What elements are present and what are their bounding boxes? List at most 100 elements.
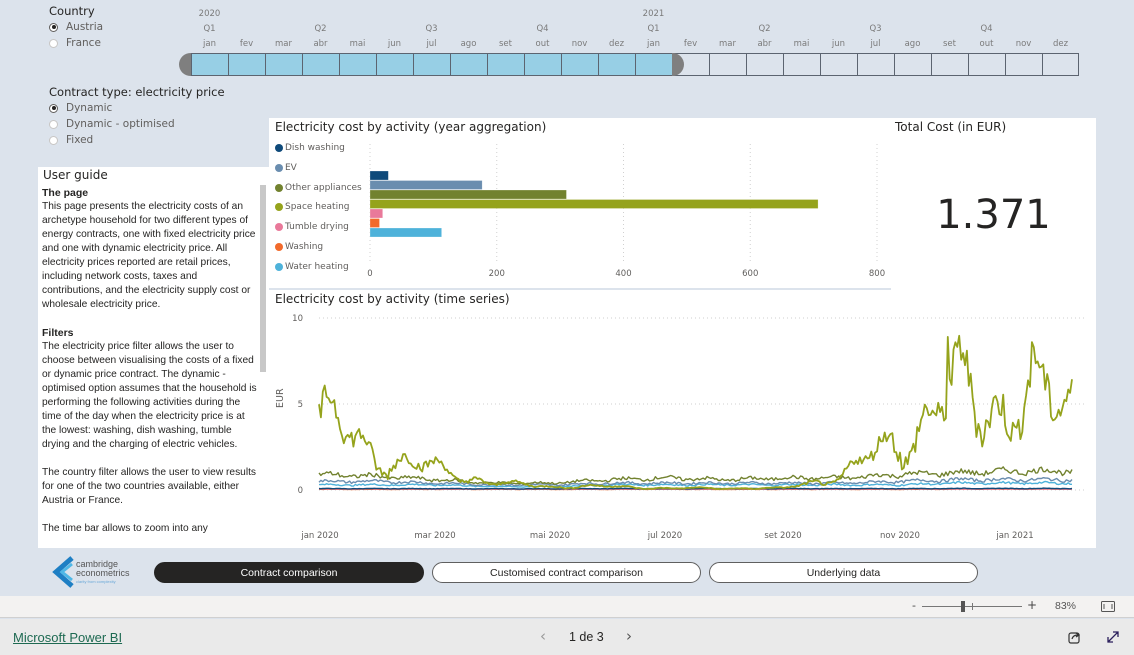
timeline-month-label[interactable]: abr xyxy=(746,39,783,49)
timeline-quarter-label[interactable]: Q1 xyxy=(635,24,672,34)
expand-icon[interactable] xyxy=(1106,630,1120,644)
timeline-month-cell[interactable] xyxy=(339,53,376,76)
guide-paragraph: The country filter allows the user to vi… xyxy=(42,467,257,506)
timeline-month-cell[interactable] xyxy=(1005,53,1042,76)
line-series-space-heating xyxy=(318,334,1073,490)
bar-chart-svg: 0 200 400 600 800 xyxy=(367,144,885,279)
timeline-month-label[interactable]: ago xyxy=(450,39,487,49)
timeline-month-cell[interactable] xyxy=(265,53,302,76)
contract-option-dynamic-optimised[interactable]: Dynamic - optimised xyxy=(49,116,225,132)
contract-option-label: Dynamic - optimised xyxy=(66,118,175,130)
timeline-month-cell[interactable] xyxy=(783,53,820,76)
timeline-month-label[interactable]: dez xyxy=(1042,39,1079,49)
timeline-month-cell[interactable] xyxy=(524,53,561,76)
next-page-button[interactable]: › xyxy=(626,627,632,645)
timeline-month-cell[interactable] xyxy=(635,53,672,76)
line-chart-y-tick-label: 10 xyxy=(292,314,303,324)
nav-customised-contract-comparison-button[interactable]: Customised contract comparison xyxy=(432,562,701,583)
timeline-month-label[interactable]: mai xyxy=(339,39,376,49)
fit-to-page-icon[interactable] xyxy=(1101,601,1115,612)
line-chart-x-tick-label: jan 2021 xyxy=(995,531,1033,541)
timeline-month-label[interactable]: jun xyxy=(376,39,413,49)
contract-option-fixed[interactable]: Fixed xyxy=(49,132,225,148)
zoom-slider-thumb[interactable] xyxy=(961,601,965,612)
timeline-start-handle[interactable] xyxy=(179,53,191,76)
timeline-year-label[interactable]: 2021 xyxy=(635,9,672,19)
timeline-quarter-label[interactable]: Q3 xyxy=(857,24,894,34)
timeline-month-label[interactable]: fev xyxy=(672,39,709,49)
user-guide-title: User guide xyxy=(43,168,108,182)
timeline-month-label[interactable]: jan xyxy=(635,39,672,49)
bar-ev xyxy=(369,180,483,190)
timeline-quarter-label[interactable]: Q2 xyxy=(302,24,339,34)
zoom-slider-center-tick xyxy=(972,603,973,610)
timeline-quarter-label[interactable]: Q1 xyxy=(191,24,228,34)
timeline-month-cell[interactable] xyxy=(968,53,1005,76)
timeline-month-label[interactable]: fev xyxy=(228,39,265,49)
timeline-month-cell[interactable] xyxy=(857,53,894,76)
timeline-quarter-label[interactable]: Q2 xyxy=(746,24,783,34)
timeline-quarter-label[interactable]: Q4 xyxy=(524,24,561,34)
page-indicator: 1 de 3 xyxy=(569,630,604,644)
timeline-month-label[interactable]: dez xyxy=(598,39,635,49)
timeline-month-label[interactable]: nov xyxy=(561,39,598,49)
contract-option-dynamic[interactable]: Dynamic xyxy=(49,100,225,116)
timeline-month-label[interactable]: mai xyxy=(783,39,820,49)
timeline-month-cell[interactable] xyxy=(450,53,487,76)
timeline-month-cell[interactable] xyxy=(709,53,746,76)
timeline-month-label[interactable]: nov xyxy=(1005,39,1042,49)
timeline-month-cell[interactable] xyxy=(1042,53,1079,76)
guide-heading-filters: Filters xyxy=(42,327,74,339)
timeline-month-label[interactable]: out xyxy=(524,39,561,49)
microsoft-power-bi-link[interactable]: Microsoft Power BI xyxy=(13,630,122,645)
timeline-month-cell[interactable] xyxy=(487,53,524,76)
timeline-month-cell[interactable] xyxy=(376,53,413,76)
contract-option-label: Fixed xyxy=(66,134,94,146)
timeline-month-label[interactable]: mar xyxy=(265,39,302,49)
timeline-month-cell[interactable] xyxy=(931,53,968,76)
timeline-month-cell[interactable] xyxy=(302,53,339,76)
timeline-quarter-label[interactable]: Q3 xyxy=(413,24,450,34)
footer-bar: Microsoft Power BI ‹ 1 de 3 › xyxy=(0,619,1134,655)
timeline-month-label[interactable]: jul xyxy=(857,39,894,49)
bar-chart-x-tick-label: 600 xyxy=(742,269,758,279)
timeline-month-cell[interactable] xyxy=(820,53,857,76)
nav-contract-comparison-button[interactable]: Contract comparison xyxy=(154,562,424,583)
user-guide-scrollbar[interactable] xyxy=(260,185,266,372)
timeline-month-cell[interactable] xyxy=(894,53,931,76)
share-icon[interactable] xyxy=(1068,630,1082,644)
timeline-month-label[interactable]: jul xyxy=(413,39,450,49)
timeline-month-label[interactable]: out xyxy=(968,39,1005,49)
timeline-month-label[interactable]: ago xyxy=(894,39,931,49)
timeline-month-label[interactable]: abr xyxy=(302,39,339,49)
timeline-month-label[interactable]: jun xyxy=(820,39,857,49)
bar-tumble-drying xyxy=(369,208,383,219)
line-chart-x-tick-label: mar 2020 xyxy=(414,531,455,541)
line-chart-x-tick-label: set 2020 xyxy=(764,531,801,541)
bar-chart-panel: Electricity cost by activity (year aggre… xyxy=(269,118,891,288)
timeline-month-cell[interactable] xyxy=(598,53,635,76)
timeline-month-cell[interactable] xyxy=(228,53,265,76)
timeline-month-cell[interactable] xyxy=(746,53,783,76)
timeline-month-cell[interactable] xyxy=(191,53,228,76)
logo-tagline: clarity from complexity xyxy=(76,579,116,584)
line-chart-x-tick-label: mai 2020 xyxy=(530,531,570,541)
timeline-month-cell[interactable] xyxy=(413,53,450,76)
zoom-in-button[interactable]: + xyxy=(1027,598,1037,612)
previous-page-button[interactable]: ‹ xyxy=(540,627,546,645)
timeline-month-label[interactable]: set xyxy=(487,39,524,49)
line-chart-y-tick-label: 5 xyxy=(298,400,303,410)
timeline-quarter-label[interactable]: Q4 xyxy=(968,24,1005,34)
nav-underlying-data-button[interactable]: Underlying data xyxy=(709,562,978,583)
zoom-out-button[interactable]: - xyxy=(912,599,916,612)
line-chart-panel: Electricity cost by activity (time serie… xyxy=(269,290,1096,548)
timeline-month-label[interactable]: set xyxy=(931,39,968,49)
bar-other-appliances xyxy=(369,189,567,200)
timeline-month-label[interactable]: mar xyxy=(709,39,746,49)
timeline-month-cell[interactable] xyxy=(561,53,598,76)
radio-unselected-icon xyxy=(49,119,58,129)
user-guide-body[interactable]: The page This page presents the electric… xyxy=(42,186,260,548)
timeline-year-label[interactable]: 2020 xyxy=(191,9,228,19)
timeline-month-label[interactable]: jan xyxy=(191,39,228,49)
line-chart-y-tick-label: 0 xyxy=(298,486,303,496)
